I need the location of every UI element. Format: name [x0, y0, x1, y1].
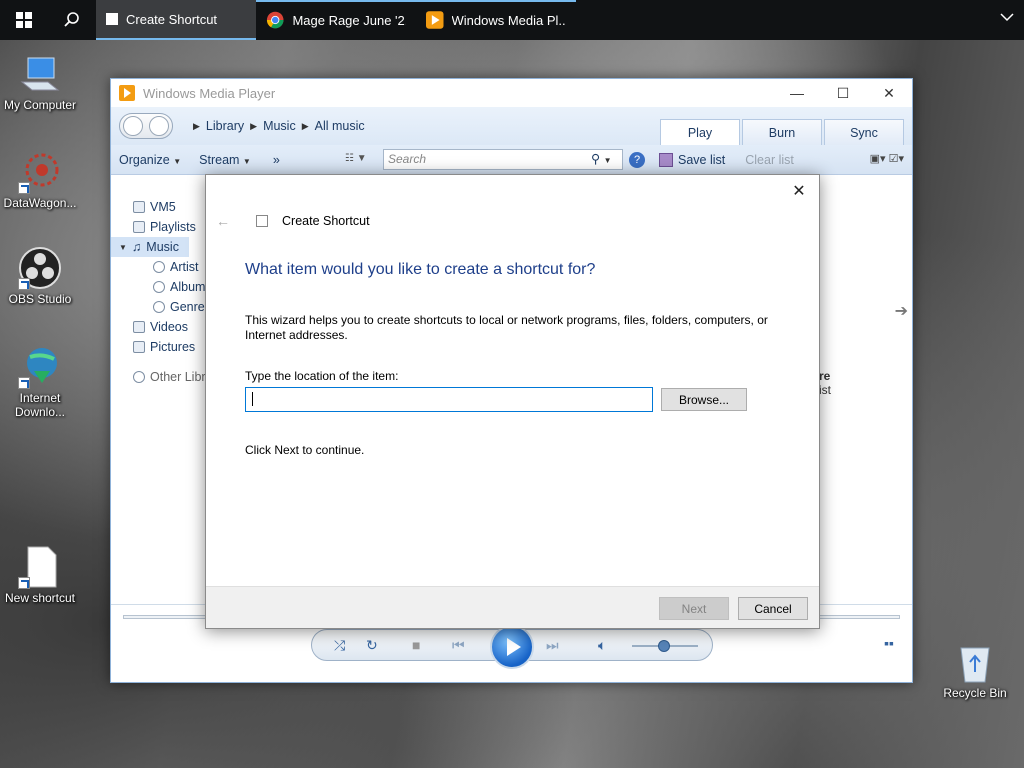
- breadcrumb-library[interactable]: Library: [206, 119, 244, 133]
- clear-list-button[interactable]: Clear list: [745, 153, 794, 167]
- taskbar-item-wmp[interactable]: Windows Media Pl...: [416, 0, 576, 40]
- desktop-icon-internet-download[interactable]: Internet Downlo...: [0, 345, 80, 419]
- organize-menu[interactable]: Organize ▼: [119, 153, 181, 167]
- help-icon[interactable]: ?: [629, 152, 645, 168]
- sidebar-item-music[interactable]: ▼ ♫ Music: [111, 237, 189, 257]
- forward-arrow-icon[interactable]: ➔: [895, 301, 908, 321]
- taskbar-item-create-shortcut[interactable]: Create Shortcut: [96, 0, 256, 40]
- tab-burn[interactable]: Burn: [742, 119, 822, 145]
- volume-slider[interactable]: [632, 640, 698, 652]
- breadcrumb: ▶ Library ▶ Music ▶ All music: [193, 119, 365, 133]
- switch-to-now-playing-icon[interactable]: ▪▪: [884, 635, 894, 651]
- chrome-icon: [266, 11, 284, 29]
- next-icon[interactable]: ⏭: [546, 637, 559, 654]
- volume-knob[interactable]: [658, 640, 670, 652]
- dialog-title: Create Shortcut: [282, 214, 370, 228]
- control-bar: ⤮ ↻ ■ ⏮ ⏭ 🔈︎: [311, 625, 713, 669]
- computer-icon: [20, 57, 60, 91]
- chevron-down-icon[interactable]: [1000, 10, 1014, 27]
- recycle-bin-icon: [960, 647, 990, 683]
- windows-icon: [16, 12, 32, 28]
- more-options-button[interactable]: »: [273, 153, 280, 167]
- desktop-icon-new-shortcut[interactable]: New shortcut: [0, 545, 80, 605]
- media-player-icon: [426, 11, 444, 29]
- wmp-navigation-bar: ▶ Library ▶ Music ▶ All music Play Burn …: [111, 107, 912, 145]
- desktop-icon-datawagon[interactable]: DataWagon...: [0, 150, 80, 210]
- start-button[interactable]: [0, 0, 48, 40]
- previous-icon[interactable]: ⏮: [452, 637, 465, 654]
- forward-icon[interactable]: [149, 116, 169, 136]
- save-list-icon: [659, 153, 673, 167]
- continue-text: Click Next to continue.: [245, 443, 365, 457]
- search-icon: [64, 12, 79, 27]
- breadcrumb-all-music[interactable]: All music: [315, 119, 365, 133]
- shortcut-icon: [256, 215, 268, 227]
- close-button[interactable]: ✕: [866, 85, 912, 102]
- list-pane-text: re ist: [819, 369, 831, 397]
- browse-button[interactable]: Browse...: [661, 388, 747, 411]
- maximize-button[interactable]: ☐: [820, 85, 866, 102]
- desktop-icon-obs[interactable]: OBS Studio: [0, 246, 80, 306]
- dialog-header: ← Create Shortcut: [216, 213, 370, 229]
- text-cursor: [252, 392, 253, 406]
- search-button[interactable]: [48, 0, 96, 40]
- view-options-icon[interactable]: ☷ ▼: [345, 153, 367, 164]
- volume-icon[interactable]: 🔈︎: [598, 637, 606, 654]
- tab-play[interactable]: Play: [660, 119, 740, 145]
- tab-sync[interactable]: Sync: [824, 119, 904, 145]
- stop-icon[interactable]: ■: [412, 637, 420, 653]
- list-options-icon[interactable]: ▣▾ ☑▾: [870, 152, 904, 165]
- play-button[interactable]: [490, 625, 534, 669]
- minimize-button[interactable]: —: [774, 85, 820, 102]
- create-shortcut-dialog: ✕ ← Create Shortcut What item would you …: [205, 174, 820, 629]
- save-list-button[interactable]: Save list: [659, 153, 725, 167]
- search-icon[interactable]: ⚲ ▼: [591, 151, 612, 166]
- close-button[interactable]: ✕: [789, 181, 809, 201]
- wmp-toolbar: Organize ▼ Stream ▼ » ☷ ▼ Search ⚲ ▼ ? S…: [111, 145, 912, 175]
- repeat-icon[interactable]: ↻: [366, 637, 378, 654]
- dialog-description: This wizard helps you to create shortcut…: [245, 313, 768, 342]
- desktop-icon-my-computer[interactable]: My Computer: [0, 52, 80, 112]
- back-arrow-icon[interactable]: ←: [216, 213, 230, 229]
- stream-menu[interactable]: Stream ▼: [199, 153, 251, 167]
- shuffle-icon[interactable]: ⤮: [334, 637, 345, 654]
- search-input[interactable]: Search: [383, 149, 623, 170]
- dialog-heading: What item would you like to create a sho…: [245, 261, 596, 278]
- taskbar-item-chrome[interactable]: Mage Rage June '2...: [256, 0, 416, 40]
- location-label: Type the location of the item:: [245, 369, 399, 383]
- music-icon: ♫: [131, 240, 142, 254]
- wmp-title-bar: Windows Media Player — ☐ ✕: [111, 79, 912, 107]
- cancel-button[interactable]: Cancel: [738, 597, 808, 620]
- breadcrumb-music[interactable]: Music: [263, 119, 296, 133]
- shortcut-icon: [106, 13, 118, 25]
- dialog-footer: Next Cancel: [206, 586, 819, 628]
- back-icon[interactable]: [123, 116, 143, 136]
- desktop-icon-recycle-bin[interactable]: Recycle Bin: [935, 640, 1015, 700]
- media-player-icon: [119, 85, 135, 101]
- taskbar: Create Shortcut Mage Rage June '2... Win…: [0, 0, 1024, 40]
- next-button[interactable]: Next: [659, 597, 729, 620]
- location-input[interactable]: [245, 387, 653, 412]
- back-forward-buttons[interactable]: [119, 113, 173, 139]
